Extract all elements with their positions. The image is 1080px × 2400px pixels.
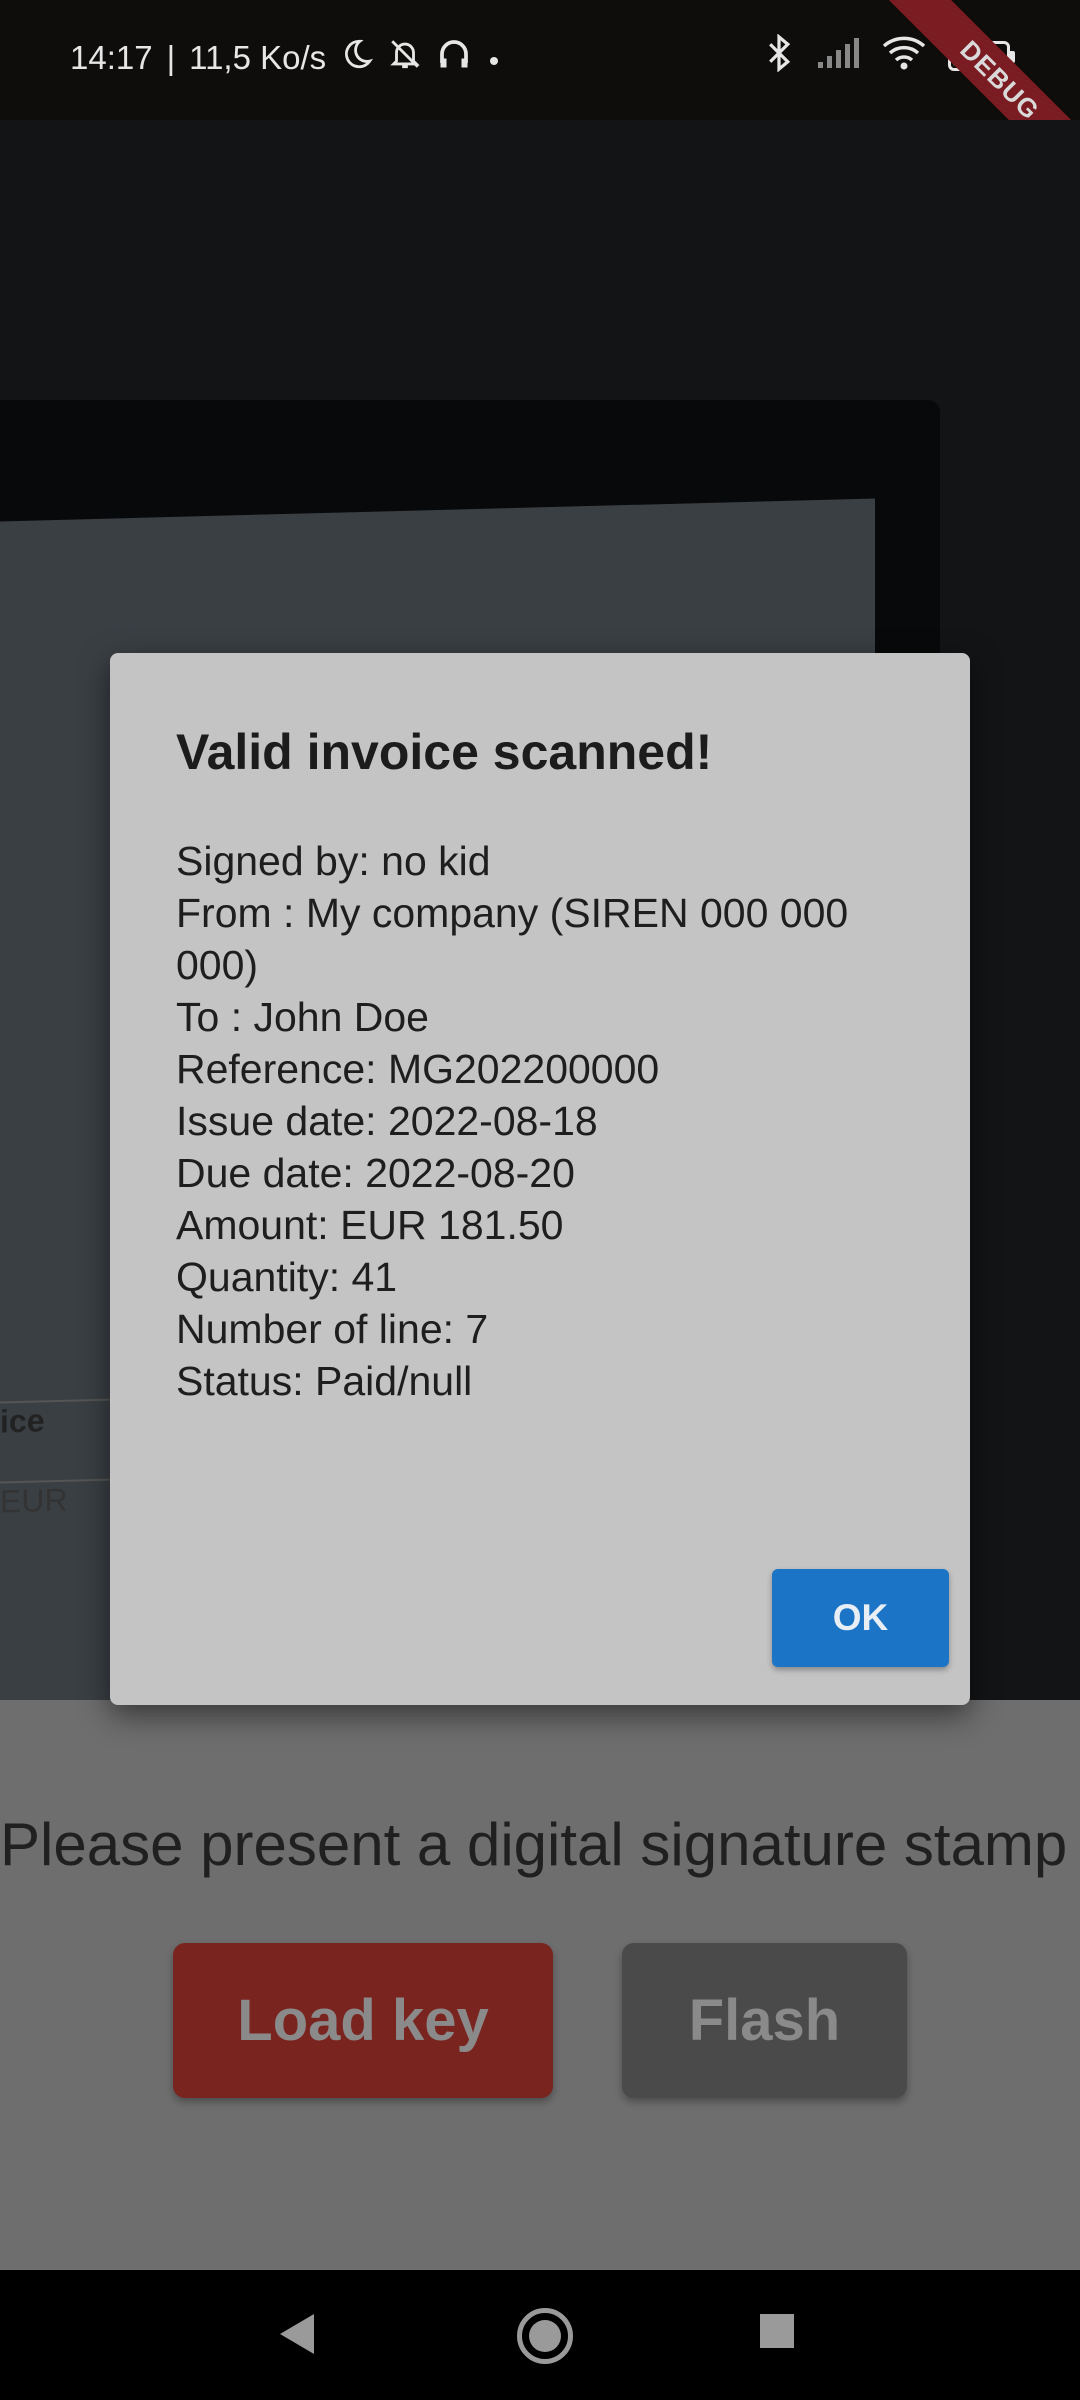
- navigation-bar: [0, 2270, 1080, 2400]
- recents-icon[interactable]: [760, 2314, 794, 2348]
- dialog-body: Signed by: no kid From : My company (SIR…: [176, 835, 896, 1407]
- quantity-line: Quantity: 41: [176, 1254, 398, 1300]
- back-icon[interactable]: [280, 2314, 314, 2354]
- ok-button[interactable]: OK: [772, 1569, 949, 1667]
- home-icon[interactable]: [517, 2308, 573, 2364]
- issue-date-line: Issue date: 2022-08-18: [176, 1098, 598, 1144]
- to-line: To : John Doe: [176, 994, 429, 1040]
- reference-line: Reference: MG202200000: [176, 1046, 660, 1092]
- invoice-dialog: Valid invoice scanned! Signed by: no kid…: [110, 653, 970, 1705]
- due-date-line: Due date: 2022-08-20: [176, 1150, 575, 1196]
- number-of-line-line: Number of line: 7: [176, 1306, 489, 1352]
- from-line: From : My company (SIREN 000 000 000): [176, 890, 849, 988]
- dialog-title: Valid invoice scanned!: [176, 724, 713, 780]
- status-line: Status: Paid/null: [176, 1358, 473, 1404]
- amount-line: Amount: EUR 181.50: [176, 1202, 564, 1248]
- signed-by-line: Signed by: no kid: [176, 838, 491, 884]
